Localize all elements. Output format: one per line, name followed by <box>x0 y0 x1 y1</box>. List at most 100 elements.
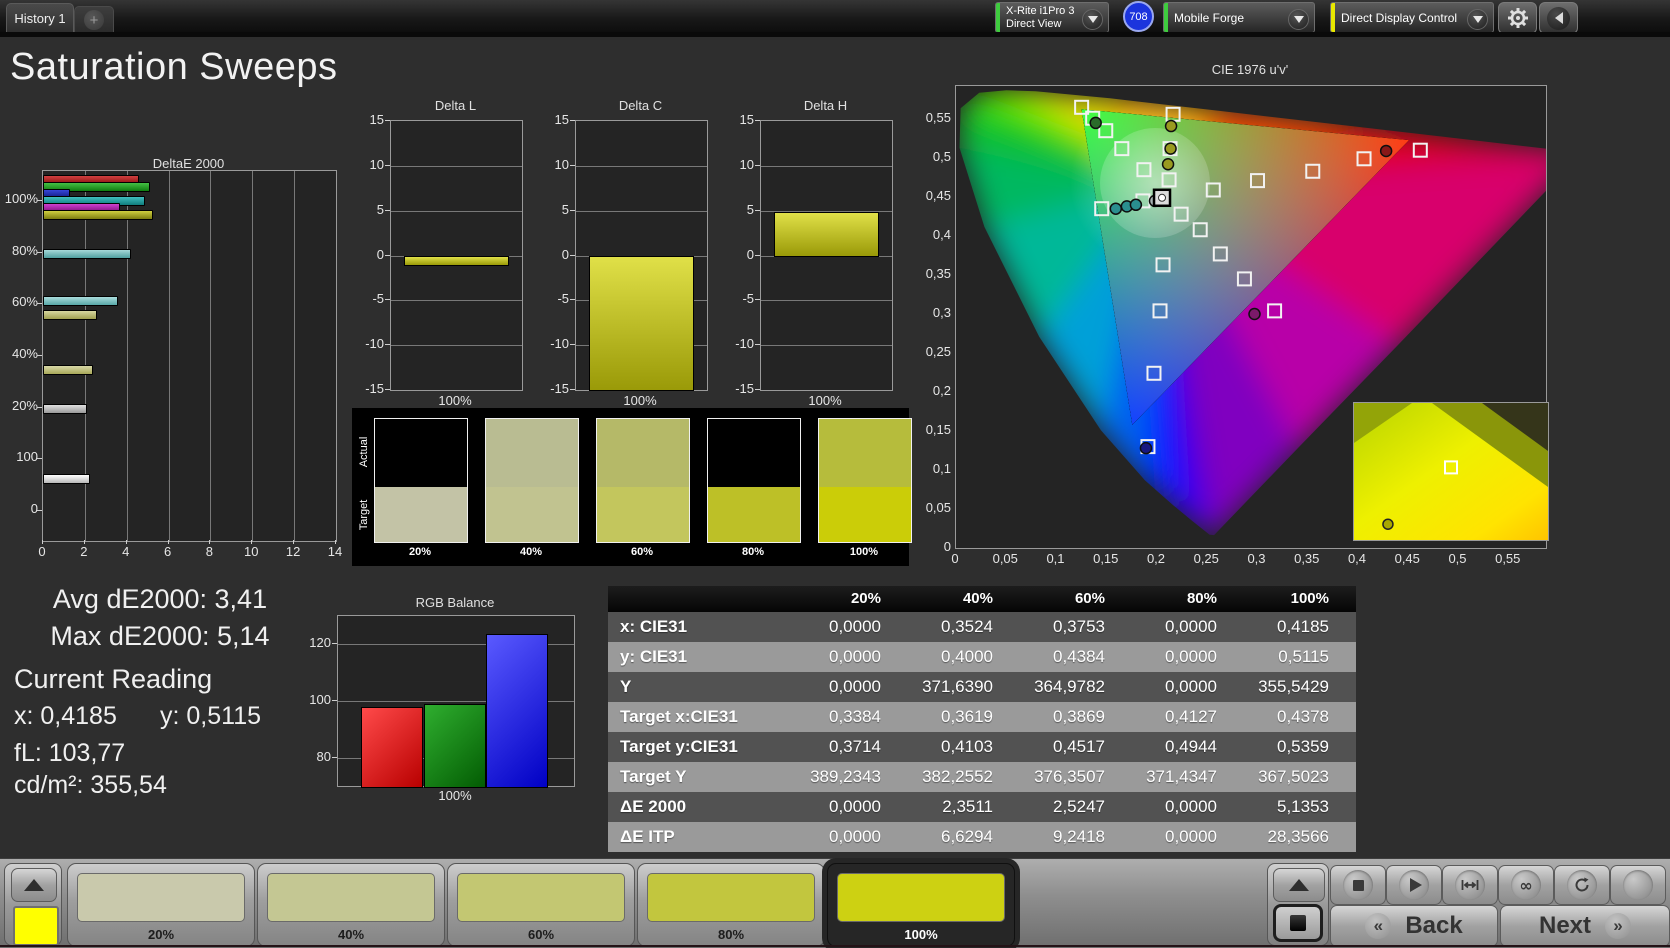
tick <box>385 165 390 166</box>
tick <box>385 120 390 121</box>
stop-measure-button[interactable] <box>1273 904 1323 942</box>
patch-swatch <box>647 873 815 922</box>
add-tab-button[interactable]: + <box>74 6 114 33</box>
rgb-balance-plot <box>337 615 575 787</box>
x-tick-label: 0,35 <box>1292 551 1322 566</box>
row-label: Target Y <box>608 762 795 792</box>
panel-up-button[interactable] <box>1273 868 1325 902</box>
tab-history-1[interactable]: History 1 <box>6 3 74 33</box>
patch-list-up-button[interactable] <box>11 868 57 902</box>
y-tick-label: 0,55 <box>915 110 951 125</box>
y-tick-label: -10 <box>728 336 754 351</box>
table-cell: 0,4000 <box>907 642 1019 672</box>
patch-button-100[interactable]: 100% <box>827 863 1015 947</box>
y-tick-label: -15 <box>728 381 754 396</box>
gridline <box>85 171 86 541</box>
gridline <box>761 345 892 346</box>
actual-swatch <box>375 419 467 487</box>
table-cell: 2,5247 <box>1019 792 1131 822</box>
chevron-down-icon[interactable] <box>1082 9 1103 30</box>
table-cell: 0,0000 <box>795 792 907 822</box>
swatch-label: 20% <box>374 546 466 558</box>
table-cell: 0,4378 <box>1243 702 1355 732</box>
page-title: Saturation Sweeps <box>10 46 337 89</box>
current-patch-color[interactable] <box>13 906 59 946</box>
y-tick-label: 0 <box>915 539 951 554</box>
display-control-dropdown[interactable]: Direct Display Control <box>1330 2 1494 33</box>
gridline <box>391 211 522 212</box>
y-tick-label: 60% <box>0 294 38 309</box>
patch-nav-panel <box>4 863 62 946</box>
transport-loop-button[interactable]: ∞ <box>1498 865 1554 905</box>
reading-cdm2: cd/m²: 355,54 <box>14 771 167 800</box>
bar-cyan-60 <box>43 296 118 306</box>
measured-marker <box>1130 199 1141 210</box>
delta-c-plot <box>575 120 708 391</box>
table-cell: 0,5115 <box>1243 642 1355 672</box>
source-dropdown[interactable]: Mobile Forge <box>1163 2 1315 33</box>
tick <box>755 165 760 166</box>
table-cell: 371,4347 <box>1131 762 1243 792</box>
patch-button-40[interactable]: 40% <box>257 863 445 947</box>
y-tick-label: 0 <box>543 247 569 262</box>
x-tick-label: 0,15 <box>1091 551 1121 566</box>
transport-blank-button[interactable] <box>1610 865 1666 905</box>
row-label: Target y:CIE31 <box>608 732 795 762</box>
tick <box>332 757 337 758</box>
chevron-down-icon[interactable] <box>1467 9 1488 30</box>
frame-step-icon <box>1461 879 1479 891</box>
tick <box>84 540 85 544</box>
tick <box>37 252 42 253</box>
patch-label: 40% <box>258 927 444 942</box>
y-tick-label: 0,15 <box>915 422 951 437</box>
x-tick-label: 14 <box>320 544 350 559</box>
settings-button[interactable] <box>1498 2 1537 34</box>
y-tick-label: 0 <box>728 247 754 262</box>
up-arrow-icon <box>24 879 44 891</box>
y-tick-label: 20% <box>0 398 38 413</box>
measured-marker <box>1140 443 1151 454</box>
table-header-cell: 60% <box>1019 586 1131 612</box>
collapse-panel-button[interactable] <box>1539 2 1578 34</box>
patch-button-80[interactable]: 80% <box>637 863 825 947</box>
patch-button-60[interactable]: 60% <box>447 863 635 947</box>
target-swatch <box>819 487 911 542</box>
gridline <box>210 171 211 541</box>
bar-yellow <box>43 210 153 220</box>
tick <box>755 344 760 345</box>
next-button[interactable]: Next» <box>1500 905 1670 947</box>
transport-stop-button[interactable] <box>1330 865 1386 905</box>
table-header-cell: 100% <box>1243 586 1355 612</box>
table-cell: 2,3511 <box>907 792 1019 822</box>
table-row: ΔE ITP0,00006,62949,24180,000028,3566 <box>608 822 1356 852</box>
x-tick-label: 0 <box>27 544 57 559</box>
back-label: Back <box>1405 912 1462 940</box>
patch-label: 100% <box>828 927 1014 942</box>
x-tick-label: 4 <box>111 544 141 559</box>
tick <box>755 389 760 390</box>
y-tick-label: 15 <box>358 112 384 127</box>
bar-yellow-60 <box>43 310 97 320</box>
table-cell: 9,2418 <box>1019 822 1131 852</box>
y-tick-label: 0,4 <box>915 227 951 242</box>
row-label: Target x:CIE31 <box>608 702 795 732</box>
tick <box>37 303 42 304</box>
top-bar: History 1 + X-Rite i1Pro 3Direct View 70… <box>0 0 1670 32</box>
chevron-down-icon[interactable] <box>1288 9 1309 30</box>
table-cell: 0,3753 <box>1019 612 1131 642</box>
tick <box>37 510 42 511</box>
cie-inset-graphic <box>1354 403 1548 540</box>
y-tick-label: 0,1 <box>915 461 951 476</box>
patch-button-20[interactable]: 20% <box>67 863 255 947</box>
transport-play-button[interactable] <box>1386 865 1442 905</box>
compare-swatch <box>374 418 468 543</box>
table-cell: 0,0000 <box>795 612 907 642</box>
transport-step-button[interactable] <box>1442 865 1498 905</box>
gear-icon <box>1506 6 1530 30</box>
back-button[interactable]: «Back <box>1330 905 1498 947</box>
transport-repeat-button[interactable] <box>1554 865 1610 905</box>
y-tick-label: -15 <box>543 381 569 396</box>
patch-swatch <box>267 873 435 922</box>
meter-dropdown[interactable]: X-Rite i1Pro 3Direct View <box>995 2 1109 33</box>
measured-marker <box>1110 203 1121 214</box>
